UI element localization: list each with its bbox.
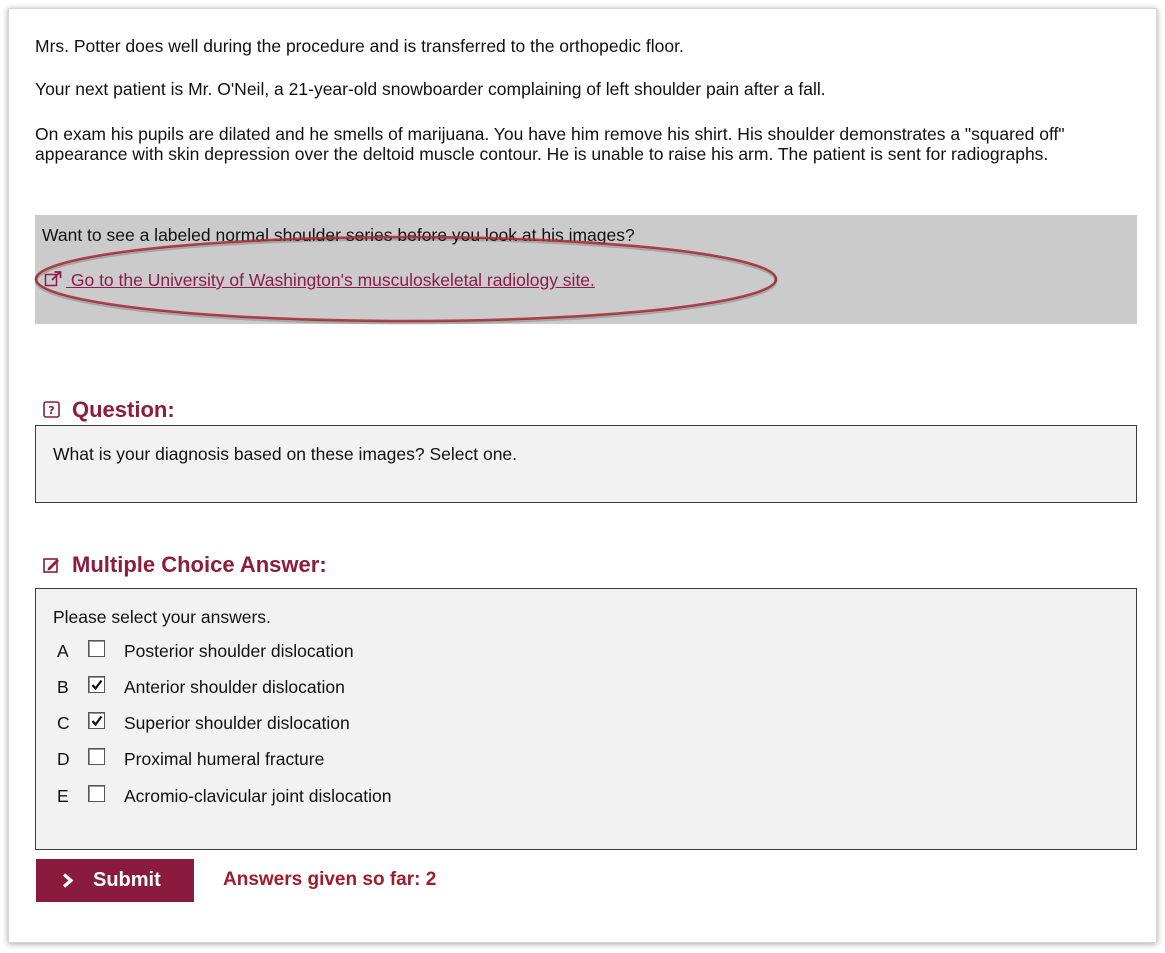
choice-checkbox[interactable] <box>88 640 105 657</box>
question-title: Question: <box>72 397 175 422</box>
choice-checkbox[interactable] <box>88 748 105 765</box>
choice-label: Superior shoulder dislocation <box>124 713 350 733</box>
question-icon: ? <box>43 401 60 418</box>
submit-label: Submit <box>93 869 161 891</box>
choice-label: Anterior shoulder dislocation <box>124 677 345 697</box>
question-text: What is your diagnosis based on these im… <box>53 444 518 464</box>
choice-checkbox[interactable] <box>88 712 105 729</box>
choice-checkbox[interactable] <box>88 676 105 693</box>
question-panel: What is your diagnosis based on these im… <box>35 425 1137 503</box>
case-paragraph-1: Mrs. Potter does well during the procedu… <box>35 36 684 56</box>
choice-checkbox[interactable] <box>88 785 105 802</box>
checkmark-icon <box>91 679 103 691</box>
case-paragraph-3: On exam his pupils are dilated and he sm… <box>35 124 1065 164</box>
multiple-choice-title: Multiple Choice Answer: <box>72 552 327 577</box>
choice-letter: C <box>57 713 70 733</box>
uw-radiology-link[interactable]: Go to the University of Washington's mus… <box>44 269 595 291</box>
answers-panel: Please select your answers. A Posterior … <box>35 588 1137 850</box>
question-heading: ? Question: <box>43 397 175 423</box>
edit-icon <box>43 558 59 573</box>
svg-text:?: ? <box>48 404 54 417</box>
case-paragraph-2: Your next patient is Mr. O'Neil, a 21-ye… <box>35 79 826 99</box>
choice-letter: B <box>57 677 69 697</box>
checkmark-icon <box>91 715 103 727</box>
page-frame: Mrs. Potter does well during the procedu… <box>8 8 1157 943</box>
answers-prompt: Please select your answers. <box>53 607 271 627</box>
submit-button[interactable]: Submit <box>36 859 194 902</box>
choice-letter: A <box>57 641 69 661</box>
external-link-icon <box>44 271 62 287</box>
resource-prompt: Want to see a labeled normal shoulder se… <box>42 225 635 245</box>
choice-label: Acromio-clavicular joint dislocation <box>124 786 392 806</box>
answers-count: Answers given so far: 2 <box>223 869 437 890</box>
multiple-choice-heading: Multiple Choice Answer: <box>43 552 327 578</box>
uw-radiology-link-text: Go to the University of Washington's mus… <box>66 270 595 290</box>
resource-box: Want to see a labeled normal shoulder se… <box>35 215 1137 324</box>
choice-label: Proximal humeral fracture <box>124 749 325 769</box>
choice-label: Posterior shoulder dislocation <box>124 641 354 661</box>
choice-letter: D <box>57 749 70 769</box>
choice-letter: E <box>57 786 69 806</box>
chevron-right-icon <box>62 873 74 888</box>
